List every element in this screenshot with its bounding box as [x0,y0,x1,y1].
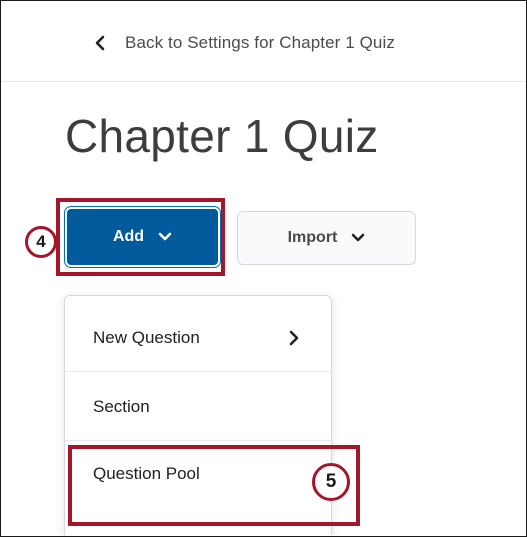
chevron-down-icon [158,232,172,241]
quiz-editor-panel: Back to Settings for Chapter 1 Quiz Chap… [0,0,527,537]
menu-item-label: New Question [93,327,200,347]
import-button[interactable]: Import [237,211,416,265]
step-4-badge: 4 [25,226,57,258]
menu-item-new-question[interactable]: New Question [65,304,331,372]
back-navigation-bar: Back to Settings for Chapter 1 Quiz [1,1,526,82]
back-link-label: Back to Settings for Chapter 1 Quiz [125,33,395,52]
step-5-badge: 5 [312,463,350,501]
menu-item-label: Section [93,396,150,416]
add-button-label: Add [112,228,145,245]
back-to-settings-link[interactable]: Back to Settings for Chapter 1 Quiz [93,33,395,53]
menu-item-section[interactable]: Section [65,373,331,441]
chevron-down-icon [352,233,365,242]
import-button-label: Import [287,229,338,246]
chevron-left-icon [95,35,105,51]
add-button[interactable]: Add [65,207,220,267]
chevron-right-icon [289,330,299,345]
page-title: Chapter 1 Quiz [65,110,379,162]
